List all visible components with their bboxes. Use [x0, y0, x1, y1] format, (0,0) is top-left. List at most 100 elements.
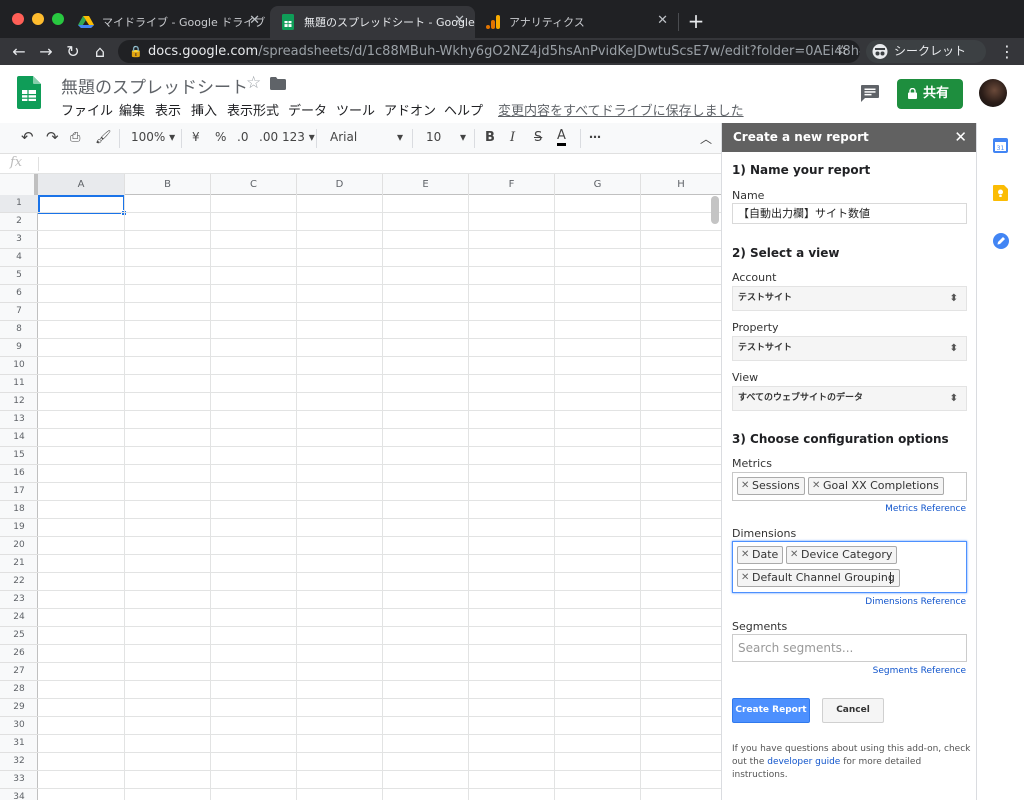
bookmark-star-icon[interactable]: ☆	[836, 40, 849, 63]
column-header-g[interactable]: G	[555, 174, 641, 195]
row-header[interactable]: 24	[0, 609, 38, 627]
bold-button[interactable]: B	[485, 130, 495, 145]
column-header-h[interactable]: H	[641, 174, 721, 195]
increase-decimal-button[interactable]: .00	[259, 130, 278, 144]
segments-search-input[interactable]: Search segments...	[732, 634, 967, 662]
paint-format-icon[interactable]: 🖌	[95, 130, 112, 145]
column-header-e[interactable]: E	[383, 174, 469, 195]
menu-view[interactable]: 表示	[155, 100, 181, 119]
row-header[interactable]: 16	[0, 465, 38, 483]
menu-tools[interactable]: ツール	[336, 100, 375, 119]
row-header[interactable]: 29	[0, 699, 38, 717]
redo-icon[interactable]: ↷	[46, 128, 59, 146]
forward-arrow-icon[interactable]: →	[35, 41, 57, 63]
row-header[interactable]: 18	[0, 501, 38, 519]
vertical-scrollbar[interactable]	[711, 196, 719, 224]
row-header[interactable]: 14	[0, 429, 38, 447]
star-icon[interactable]: ☆	[246, 73, 261, 93]
comments-icon[interactable]	[861, 85, 879, 102]
dimension-chip[interactable]: ✕ Date	[737, 546, 784, 564]
metric-chip[interactable]: ✕ Goal XX Completions	[808, 477, 944, 495]
currency-format-button[interactable]: ¥	[192, 130, 200, 144]
menu-addons[interactable]: アドオン	[384, 100, 436, 119]
column-header-a[interactable]: A	[38, 174, 125, 195]
row-header[interactable]: 17	[0, 483, 38, 501]
account-select[interactable]: テストサイト ⬍	[732, 286, 967, 311]
metrics-reference-link[interactable]: Metrics Reference	[885, 504, 966, 514]
browser-menu-icon[interactable]: ⋮	[996, 41, 1018, 63]
row-header[interactable]: 19	[0, 519, 38, 537]
incognito-badge[interactable]: シークレット（2）	[866, 40, 986, 81]
strikethrough-button[interactable]: S	[534, 130, 542, 145]
row-header[interactable]: 20	[0, 537, 38, 555]
close-window-button[interactable]	[12, 13, 24, 25]
row-header[interactable]: 8	[0, 321, 38, 339]
remove-icon[interactable]: ✕	[741, 547, 749, 563]
minimize-window-button[interactable]	[32, 13, 44, 25]
row-header[interactable]: 15	[0, 447, 38, 465]
remove-icon[interactable]: ✕	[790, 547, 798, 563]
reload-icon[interactable]: ↻	[62, 41, 84, 63]
row-header[interactable]: 21	[0, 555, 38, 573]
tab-google-drive[interactable]: マイドライブ - Google ドライブ ✕	[68, 6, 270, 38]
dimension-chip[interactable]: ✕ Device Category	[786, 546, 898, 564]
dimensions-reference-link[interactable]: Dimensions Reference	[865, 597, 966, 607]
row-header[interactable]: 26	[0, 645, 38, 663]
number-format-select[interactable]: 123 ▾	[282, 130, 315, 144]
remove-icon[interactable]: ✕	[812, 478, 820, 494]
formula-input[interactable]	[44, 155, 711, 173]
decrease-decimal-button[interactable]: .0	[237, 130, 248, 144]
close-icon[interactable]: ✕	[249, 13, 260, 28]
developer-guide-link[interactable]: developer guide	[767, 757, 840, 767]
more-options-button[interactable]: ⋯	[589, 130, 601, 144]
tasks-icon[interactable]	[993, 233, 1009, 249]
address-bar[interactable]: 🔒 docs.google.com/spreadsheets/d/1c88MBu…	[118, 40, 860, 63]
save-status-link[interactable]: 変更内容をすべてドライブに保存しました	[498, 100, 744, 119]
new-tab-button[interactable]: +	[686, 9, 706, 33]
row-header[interactable]: 22	[0, 573, 38, 591]
create-report-button[interactable]: Create Report	[732, 698, 810, 723]
row-header[interactable]: 11	[0, 375, 38, 393]
row-header[interactable]: 27	[0, 663, 38, 681]
text-color-button[interactable]: A	[557, 128, 566, 146]
dimensions-input[interactable]: ✕ Date ✕ Device Category ✕ Default Channel …	[732, 541, 967, 593]
view-select[interactable]: すべてのウェブサイトのデータ ⬍	[732, 386, 967, 411]
row-header[interactable]: 34	[0, 789, 38, 800]
row-header[interactable]: 23	[0, 591, 38, 609]
share-button[interactable]: 共有	[897, 79, 963, 109]
sheets-logo-icon[interactable]	[17, 76, 41, 109]
menu-format[interactable]: 表示形式	[227, 100, 279, 119]
remove-icon[interactable]: ✕	[741, 478, 749, 494]
menu-data[interactable]: データ	[288, 100, 327, 119]
zoom-select[interactable]: 100% ▾	[131, 130, 175, 144]
row-header[interactable]: 31	[0, 735, 38, 753]
select-all-corner[interactable]	[0, 174, 38, 195]
maximize-window-button[interactable]	[52, 13, 64, 25]
cancel-button[interactable]: Cancel	[822, 698, 884, 723]
row-header[interactable]: 30	[0, 717, 38, 735]
menu-file[interactable]: ファイル	[61, 100, 113, 119]
close-icon[interactable]: ✕	[954, 123, 967, 152]
row-header[interactable]: 25	[0, 627, 38, 645]
property-select[interactable]: テストサイト ⬍	[732, 336, 967, 361]
row-header[interactable]: 6	[0, 285, 38, 303]
column-header-b[interactable]: B	[125, 174, 211, 195]
row-header[interactable]: 5	[0, 267, 38, 285]
menu-edit[interactable]: 編集	[119, 100, 145, 119]
segments-reference-link[interactable]: Segments Reference	[873, 666, 966, 676]
font-family-select[interactable]: Arial ▾	[330, 130, 403, 144]
undo-icon[interactable]: ↶	[21, 128, 34, 146]
menu-help[interactable]: ヘルプ	[444, 100, 483, 119]
report-name-input[interactable]: 【自動出力欄】サイト数値	[732, 203, 967, 224]
close-icon[interactable]: ✕	[657, 13, 668, 28]
row-header[interactable]: 13	[0, 411, 38, 429]
column-header-d[interactable]: D	[297, 174, 383, 195]
italic-button[interactable]: I	[510, 130, 515, 145]
tab-spreadsheet[interactable]: 無題のスプレッドシート - Google ✕	[270, 6, 475, 38]
metric-chip[interactable]: ✕ Sessions	[737, 477, 805, 495]
column-header-c[interactable]: C	[211, 174, 297, 195]
print-icon[interactable]: ⎙	[70, 130, 80, 145]
row-header[interactable]: 33	[0, 771, 38, 789]
column-header-f[interactable]: F	[469, 174, 555, 195]
row-header[interactable]: 10	[0, 357, 38, 375]
